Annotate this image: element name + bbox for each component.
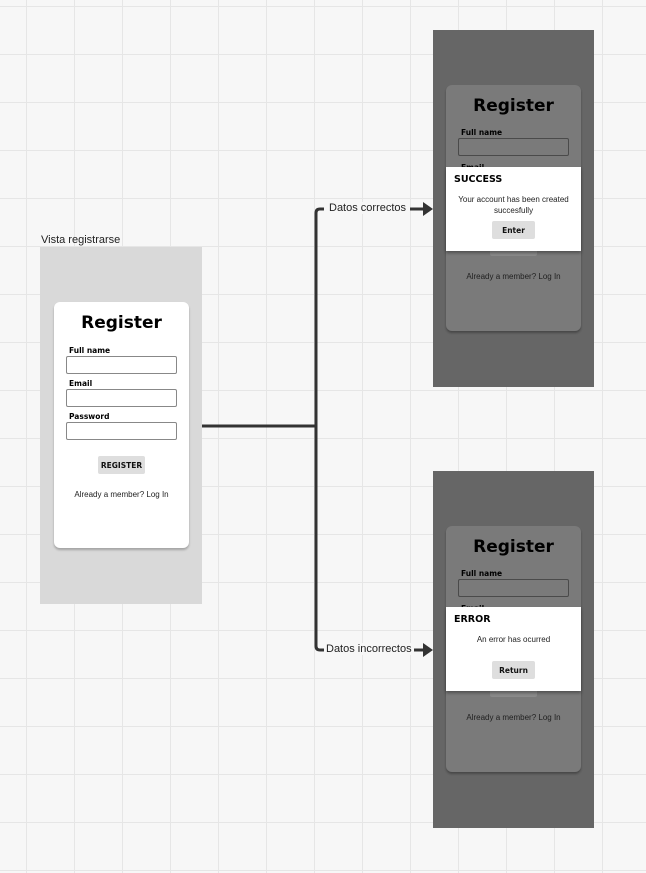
register-title: Register bbox=[473, 96, 554, 116]
login-link: Already a member? Log In bbox=[466, 272, 561, 281]
full-name-input bbox=[458, 579, 569, 597]
full-name-input bbox=[458, 138, 569, 156]
connector-vertical-down bbox=[314, 426, 324, 652]
success-modal: SUCCESS Your account has been created su… bbox=[446, 167, 581, 251]
enter-button[interactable]: Enter bbox=[492, 221, 535, 239]
connector-label-correct: Datos correctos bbox=[328, 202, 408, 214]
register-button[interactable]: REGISTER bbox=[98, 456, 145, 474]
arrow-right-icon bbox=[423, 202, 433, 216]
modal-message: Your account has been created succesfull… bbox=[458, 195, 569, 215]
modal-title: ERROR bbox=[454, 614, 491, 625]
arrow-right-icon bbox=[423, 643, 433, 657]
modal-message: An error has ocurred bbox=[476, 635, 551, 644]
connector-vertical bbox=[314, 207, 324, 426]
password-label: Password bbox=[69, 412, 110, 421]
login-link[interactable]: Already a member? Log In bbox=[54, 490, 189, 499]
register-title: Register bbox=[81, 313, 162, 333]
register-title: Register bbox=[473, 537, 554, 557]
return-button[interactable]: Return bbox=[492, 661, 535, 679]
connector-label-incorrect: Datos incorrectos bbox=[325, 643, 413, 655]
full-name-label: Full name bbox=[461, 569, 503, 578]
email-label: Email bbox=[69, 379, 93, 388]
frame-label: Vista registrarse bbox=[41, 234, 121, 246]
success-frame: Register Full name Email Already a membe… bbox=[433, 30, 594, 387]
modal-title: SUCCESS bbox=[454, 174, 503, 185]
error-modal: ERROR An error has ocurred Return bbox=[446, 607, 581, 691]
login-link: Already a member? Log In bbox=[466, 713, 561, 722]
full-name-label: Full name bbox=[69, 346, 111, 355]
password-input[interactable] bbox=[66, 422, 177, 440]
register-card: Register Full name Email Password REGIST… bbox=[54, 302, 189, 548]
full-name-label: Full name bbox=[461, 128, 503, 137]
error-frame: Register Full name Email Already a membe… bbox=[433, 471, 594, 828]
full-name-input[interactable] bbox=[66, 356, 177, 374]
register-frame: Register Full name Email Password REGIST… bbox=[40, 247, 202, 604]
email-input[interactable] bbox=[66, 389, 177, 407]
